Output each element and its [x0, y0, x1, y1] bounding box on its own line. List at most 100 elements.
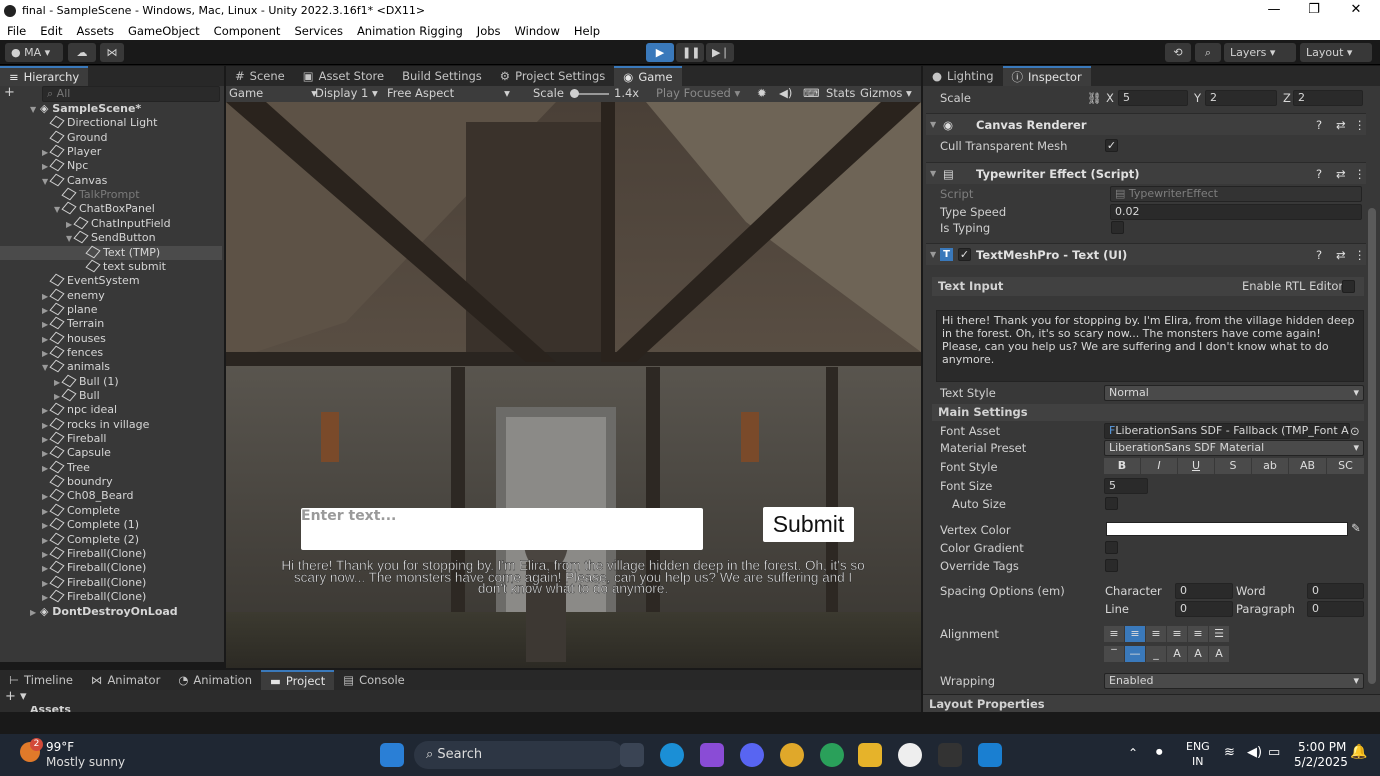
- canvas-renderer-header[interactable]: ▼ ◉ Canvas Renderer ? ⇄ ⋮: [926, 113, 1366, 135]
- discord-icon[interactable]: [740, 743, 764, 767]
- text-input-area[interactable]: Hi there! Thank you for stopping by. I'm…: [936, 310, 1364, 382]
- help-icon[interactable]: ?: [1316, 114, 1322, 136]
- vertex-color-swatch[interactable]: [1106, 522, 1348, 536]
- rtl-checkbox[interactable]: [1342, 280, 1355, 293]
- layers-dropdown[interactable]: Layers ▾: [1224, 43, 1296, 62]
- hierarchy-item[interactable]: ▼ animals: [0, 359, 222, 374]
- preset-icon[interactable]: ⇄: [1336, 163, 1346, 185]
- hierarchy-item[interactable]: ▶ Player: [0, 144, 222, 159]
- help-icon[interactable]: ?: [1316, 163, 1322, 185]
- maximize-button[interactable]: ❐: [1294, 0, 1334, 21]
- close-button[interactable]: ✕: [1336, 0, 1376, 21]
- hierarchy-item[interactable]: ▶ rocks in village: [0, 417, 222, 432]
- history-icon[interactable]: ⟲: [1165, 43, 1191, 62]
- font-asset-field[interactable]: FLiberationSans SDF - Fallback (TMP_Font…: [1104, 423, 1350, 439]
- hierarchy-item[interactable]: ▶ Bull: [0, 388, 222, 403]
- game-view-dropdown[interactable]: Game ▾: [229, 86, 317, 100]
- tab-build-settings[interactable]: Build Settings: [393, 66, 491, 86]
- layout-dropdown[interactable]: Layout ▾: [1300, 43, 1372, 62]
- tab-lighting[interactable]: ● Lighting: [923, 66, 1003, 86]
- vscode-icon[interactable]: [978, 743, 1002, 767]
- tab-project[interactable]: ▬ Project: [261, 670, 335, 690]
- hierarchy-item[interactable]: ▶ houses: [0, 331, 222, 346]
- tab-asset-store[interactable]: ▣ Asset Store: [294, 66, 393, 86]
- play-button[interactable]: ▶: [646, 43, 674, 62]
- menu-services[interactable]: Services: [287, 24, 350, 38]
- preset-icon[interactable]: ⇄: [1336, 244, 1346, 266]
- volume-icon[interactable]: ◀): [1247, 745, 1262, 760]
- align-capline-icon[interactable]: A: [1209, 646, 1229, 662]
- menu-help[interactable]: Help: [567, 24, 607, 38]
- hierarchy-item[interactable]: ▼ SendButton: [0, 230, 222, 245]
- project-add-icon[interactable]: + ▾: [5, 690, 27, 704]
- hierarchy-item[interactable]: ▶ Bull (1): [0, 374, 222, 389]
- align-baseline-icon[interactable]: A: [1167, 646, 1187, 662]
- edge-icon[interactable]: [660, 743, 684, 767]
- hierarchy-item[interactable]: boundry: [0, 474, 222, 489]
- scale-slider-handle[interactable]: [570, 89, 579, 98]
- hierarchy-item[interactable]: Directional Light: [0, 115, 222, 130]
- menu-file[interactable]: File: [0, 24, 33, 38]
- hierarchy-item[interactable]: EventSystem: [0, 273, 222, 288]
- tray-chevron-icon[interactable]: ⌃: [1128, 746, 1138, 760]
- notification-bell-icon[interactable]: 🔔: [1350, 744, 1367, 760]
- align-left-icon[interactable]: ≡: [1104, 626, 1124, 642]
- hierarchy-item[interactable]: ▶ plane: [0, 302, 222, 317]
- bug-icon[interactable]: ✹: [757, 86, 767, 100]
- align-right-icon[interactable]: ≡: [1146, 626, 1166, 642]
- mic-icon[interactable]: ⏺: [1156, 745, 1163, 760]
- display-dropdown[interactable]: Display 1 ▾: [315, 86, 378, 100]
- wifi-icon[interactable]: ≋: [1224, 745, 1235, 760]
- is-typing-checkbox[interactable]: [1111, 221, 1124, 234]
- word-field[interactable]: 0: [1307, 583, 1364, 599]
- submit-button[interactable]: Submit: [763, 507, 854, 542]
- search-icon[interactable]: ⌕: [1195, 43, 1221, 62]
- text-style-dropdown[interactable]: Normal ▾: [1104, 385, 1364, 401]
- mute-icon[interactable]: ◀): [779, 86, 792, 100]
- font-style-lowercase[interactable]: ab: [1252, 458, 1288, 474]
- minimize-button[interactable]: —: [1254, 0, 1294, 21]
- eyedropper-icon[interactable]: ✎: [1351, 521, 1361, 535]
- preset-icon[interactable]: ⇄: [1336, 114, 1346, 136]
- more-icon[interactable]: ⋮: [1354, 114, 1366, 136]
- tab-scene[interactable]: # Scene: [226, 66, 294, 86]
- terminal-icon[interactable]: [938, 743, 962, 767]
- keyboard-icon[interactable]: ⌨: [803, 86, 820, 100]
- tmp-header[interactable]: ▼ T ✓ TextMeshPro - Text (UI) ? ⇄ ⋮: [926, 243, 1366, 265]
- auto-size-checkbox[interactable]: [1105, 497, 1118, 510]
- hierarchy-item[interactable]: ▶ npc ideal: [0, 402, 222, 417]
- font-style-italic[interactable]: I: [1141, 458, 1177, 474]
- hierarchy-item[interactable]: ▶ Fireball(Clone): [0, 546, 222, 561]
- tmp-enabled-checkbox[interactable]: ✓: [958, 248, 971, 261]
- font-style-underline[interactable]: U: [1178, 458, 1214, 474]
- align-middle-icon[interactable]: —: [1125, 646, 1145, 662]
- hierarchy-item[interactable]: ▶ fences: [0, 345, 222, 360]
- type-speed-field[interactable]: 0.02: [1110, 204, 1362, 220]
- tab-console[interactable]: ▤ Console: [334, 670, 414, 690]
- task-view-icon[interactable]: [620, 743, 644, 767]
- more-icon[interactable]: ⋮: [1354, 244, 1366, 266]
- character-field[interactable]: 0: [1175, 583, 1233, 599]
- font-size-field[interactable]: 5: [1104, 478, 1148, 494]
- target-icon[interactable]: ⊙: [1350, 424, 1360, 438]
- hierarchy-item[interactable]: ▶ Complete (2): [0, 532, 222, 547]
- align-center-icon[interactable]: ≡: [1125, 626, 1145, 642]
- align-flush-icon[interactable]: ≡: [1188, 626, 1208, 642]
- menu-edit[interactable]: Edit: [33, 24, 69, 38]
- hierarchy-item[interactable]: ▼ Canvas: [0, 173, 222, 188]
- scene-root[interactable]: ▼ ◈ SampleScene*: [0, 102, 222, 116]
- chrome-icon[interactable]: [780, 743, 804, 767]
- more-icon[interactable]: ⋮: [1354, 163, 1366, 185]
- tab-inspector[interactable]: ⓘ Inspector: [1002, 66, 1091, 86]
- material-dropdown[interactable]: LiberationSans SDF Material ▾: [1104, 440, 1364, 456]
- align-bottom-icon[interactable]: _: [1146, 646, 1166, 662]
- collab-icon[interactable]: ⋈: [100, 43, 124, 62]
- hierarchy-item[interactable]: ▶ Fireball(Clone): [0, 560, 222, 575]
- hierarchy-item[interactable]: ▶ Fireball(Clone): [0, 589, 222, 604]
- taskbar-search[interactable]: ⌕ Search: [414, 741, 624, 769]
- line-field[interactable]: 0: [1175, 601, 1233, 617]
- dontdestroy-root[interactable]: ▶ ◈ DontDestroyOnLoad: [0, 605, 222, 619]
- scale-y-field[interactable]: 2: [1205, 90, 1277, 106]
- link-icon[interactable]: ⛓: [1087, 91, 1102, 105]
- play-focused-dropdown[interactable]: Play Focused ▾: [656, 86, 740, 100]
